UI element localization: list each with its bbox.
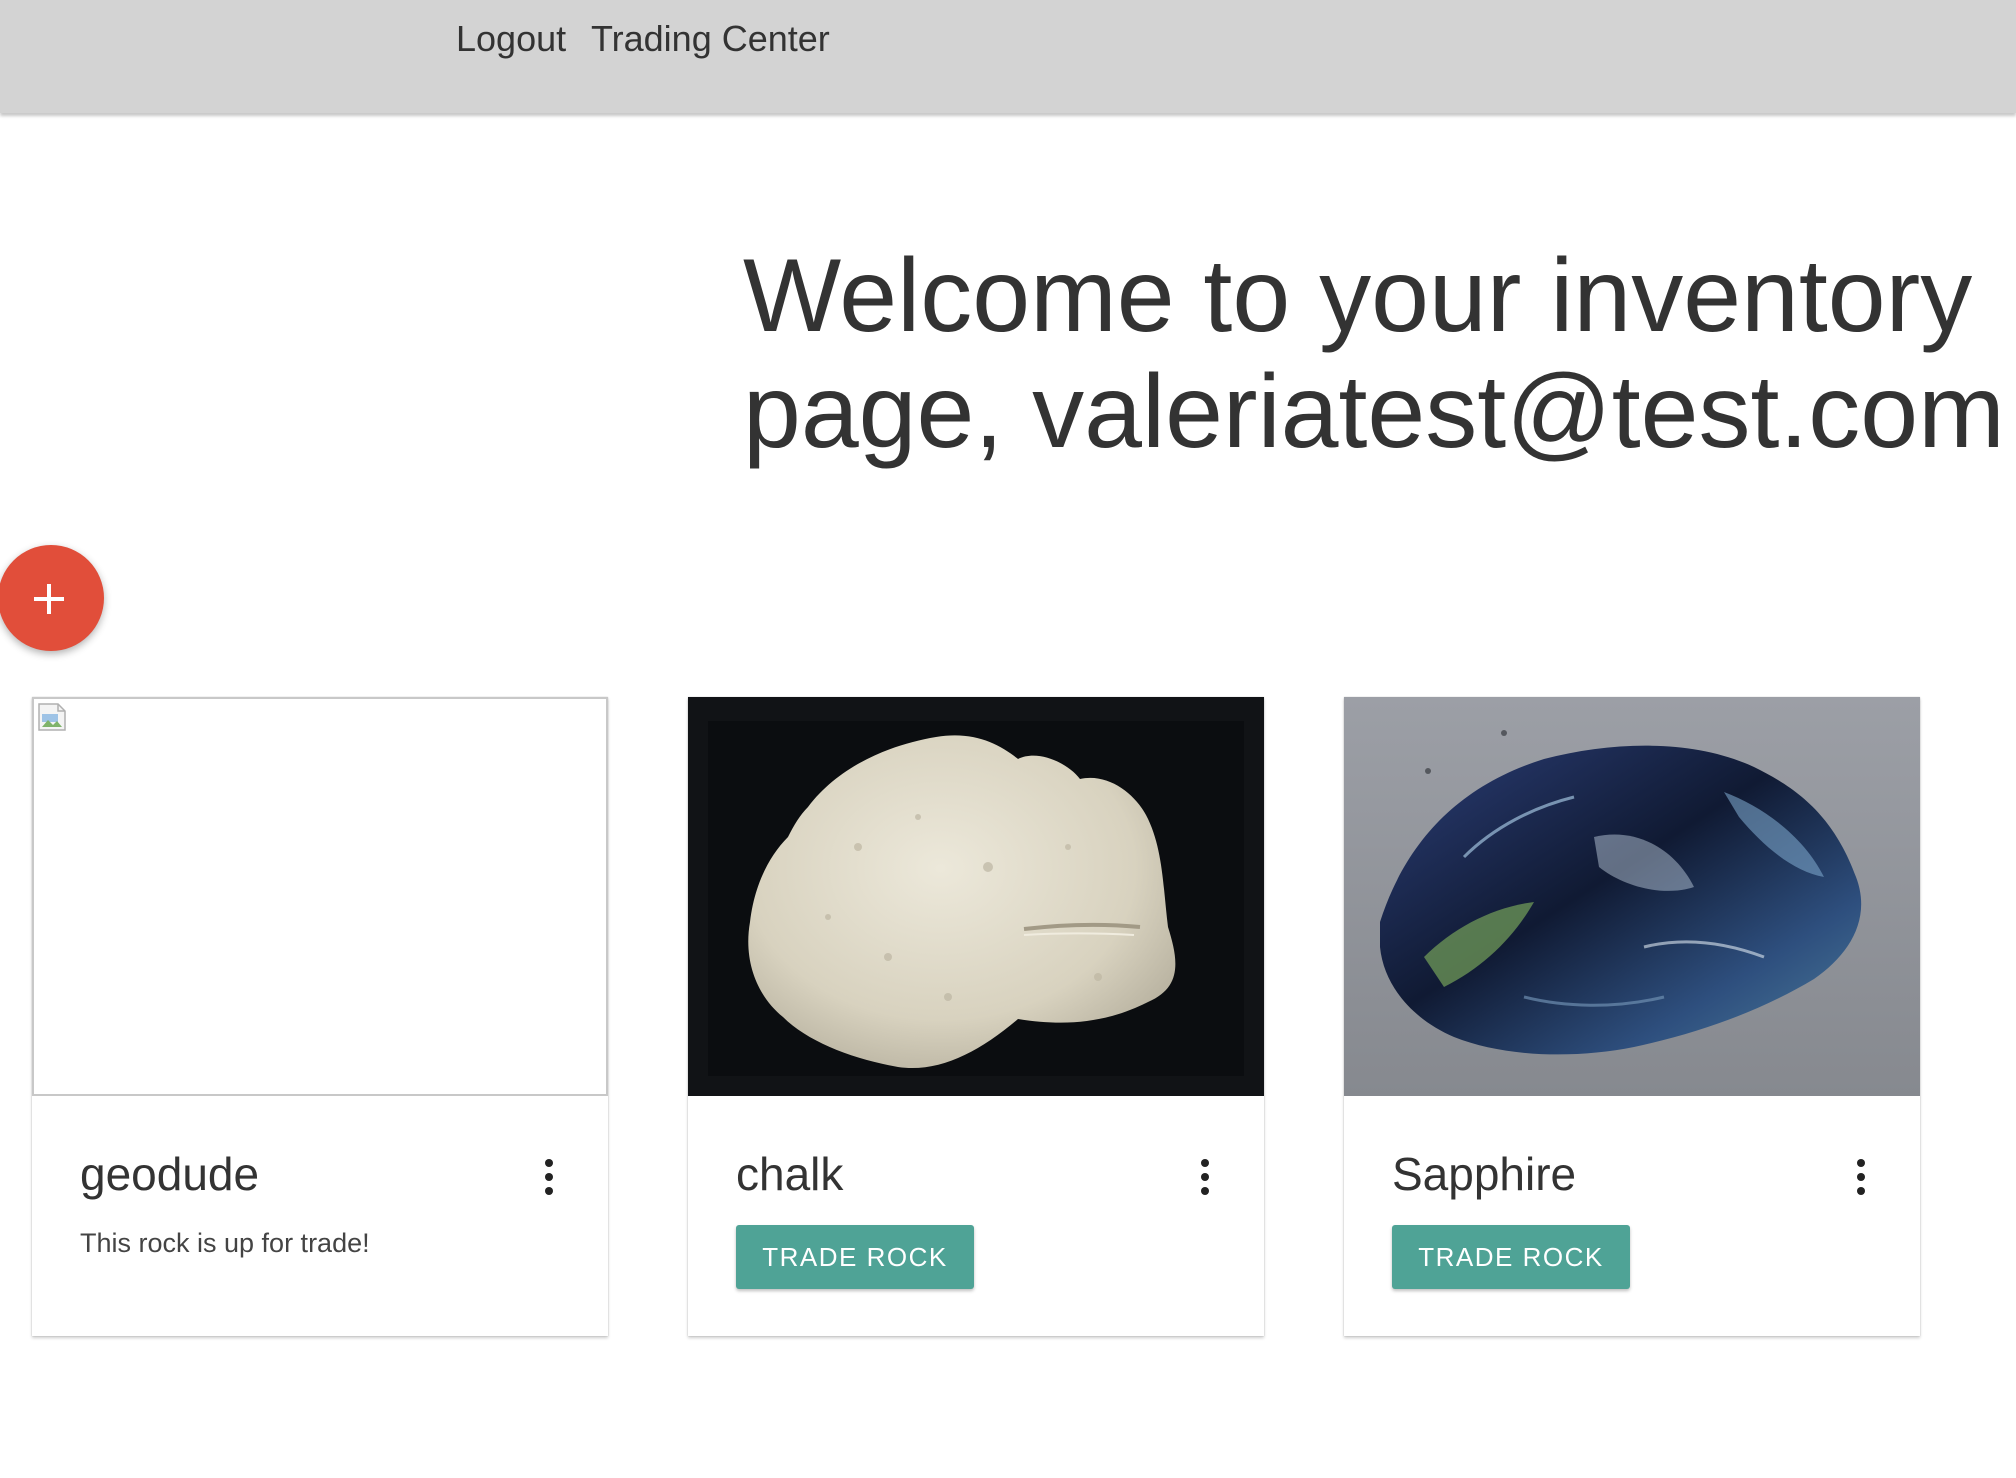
rock-card-title: chalk	[736, 1148, 844, 1200]
sapphire-rock-photo	[1344, 697, 1920, 1096]
page-title-line-1: Welcome to your inventory	[743, 238, 1973, 354]
rock-card-title: Sapphire	[1392, 1148, 1577, 1200]
more-vert-icon[interactable]	[1849, 1159, 1873, 1195]
trading-center-link[interactable]: Trading Center	[591, 18, 830, 60]
trade-rock-button[interactable]: Trade Rock	[1392, 1225, 1630, 1289]
more-vert-icon[interactable]	[1193, 1159, 1217, 1195]
chalk-rock-photo	[688, 697, 1264, 1096]
rock-card-description: This rock is up for trade!	[80, 1228, 370, 1258]
logout-link[interactable]: Logout	[456, 18, 566, 60]
rock-card-title: geodude	[80, 1148, 260, 1200]
rock-card-geodude: geodude This rock is up for trade!	[32, 697, 608, 1336]
trade-rock-button[interactable]: Trade Rock	[736, 1225, 974, 1289]
top-navbar: Logout Trading Center	[0, 0, 2016, 113]
rock-card-chalk: chalk Trade Rock	[688, 697, 1264, 1336]
add-rock-button[interactable]	[0, 545, 104, 651]
rock-card-sapphire: Sapphire Trade Rock	[1344, 697, 1920, 1336]
broken-image-icon	[38, 703, 66, 731]
rock-image-placeholder	[32, 697, 608, 1096]
page-title: Welcome to your inventory page, valeriat…	[743, 238, 2005, 470]
more-vert-icon[interactable]	[537, 1159, 561, 1195]
page-title-line-2: page, valeriatest@test.com	[743, 354, 2005, 470]
